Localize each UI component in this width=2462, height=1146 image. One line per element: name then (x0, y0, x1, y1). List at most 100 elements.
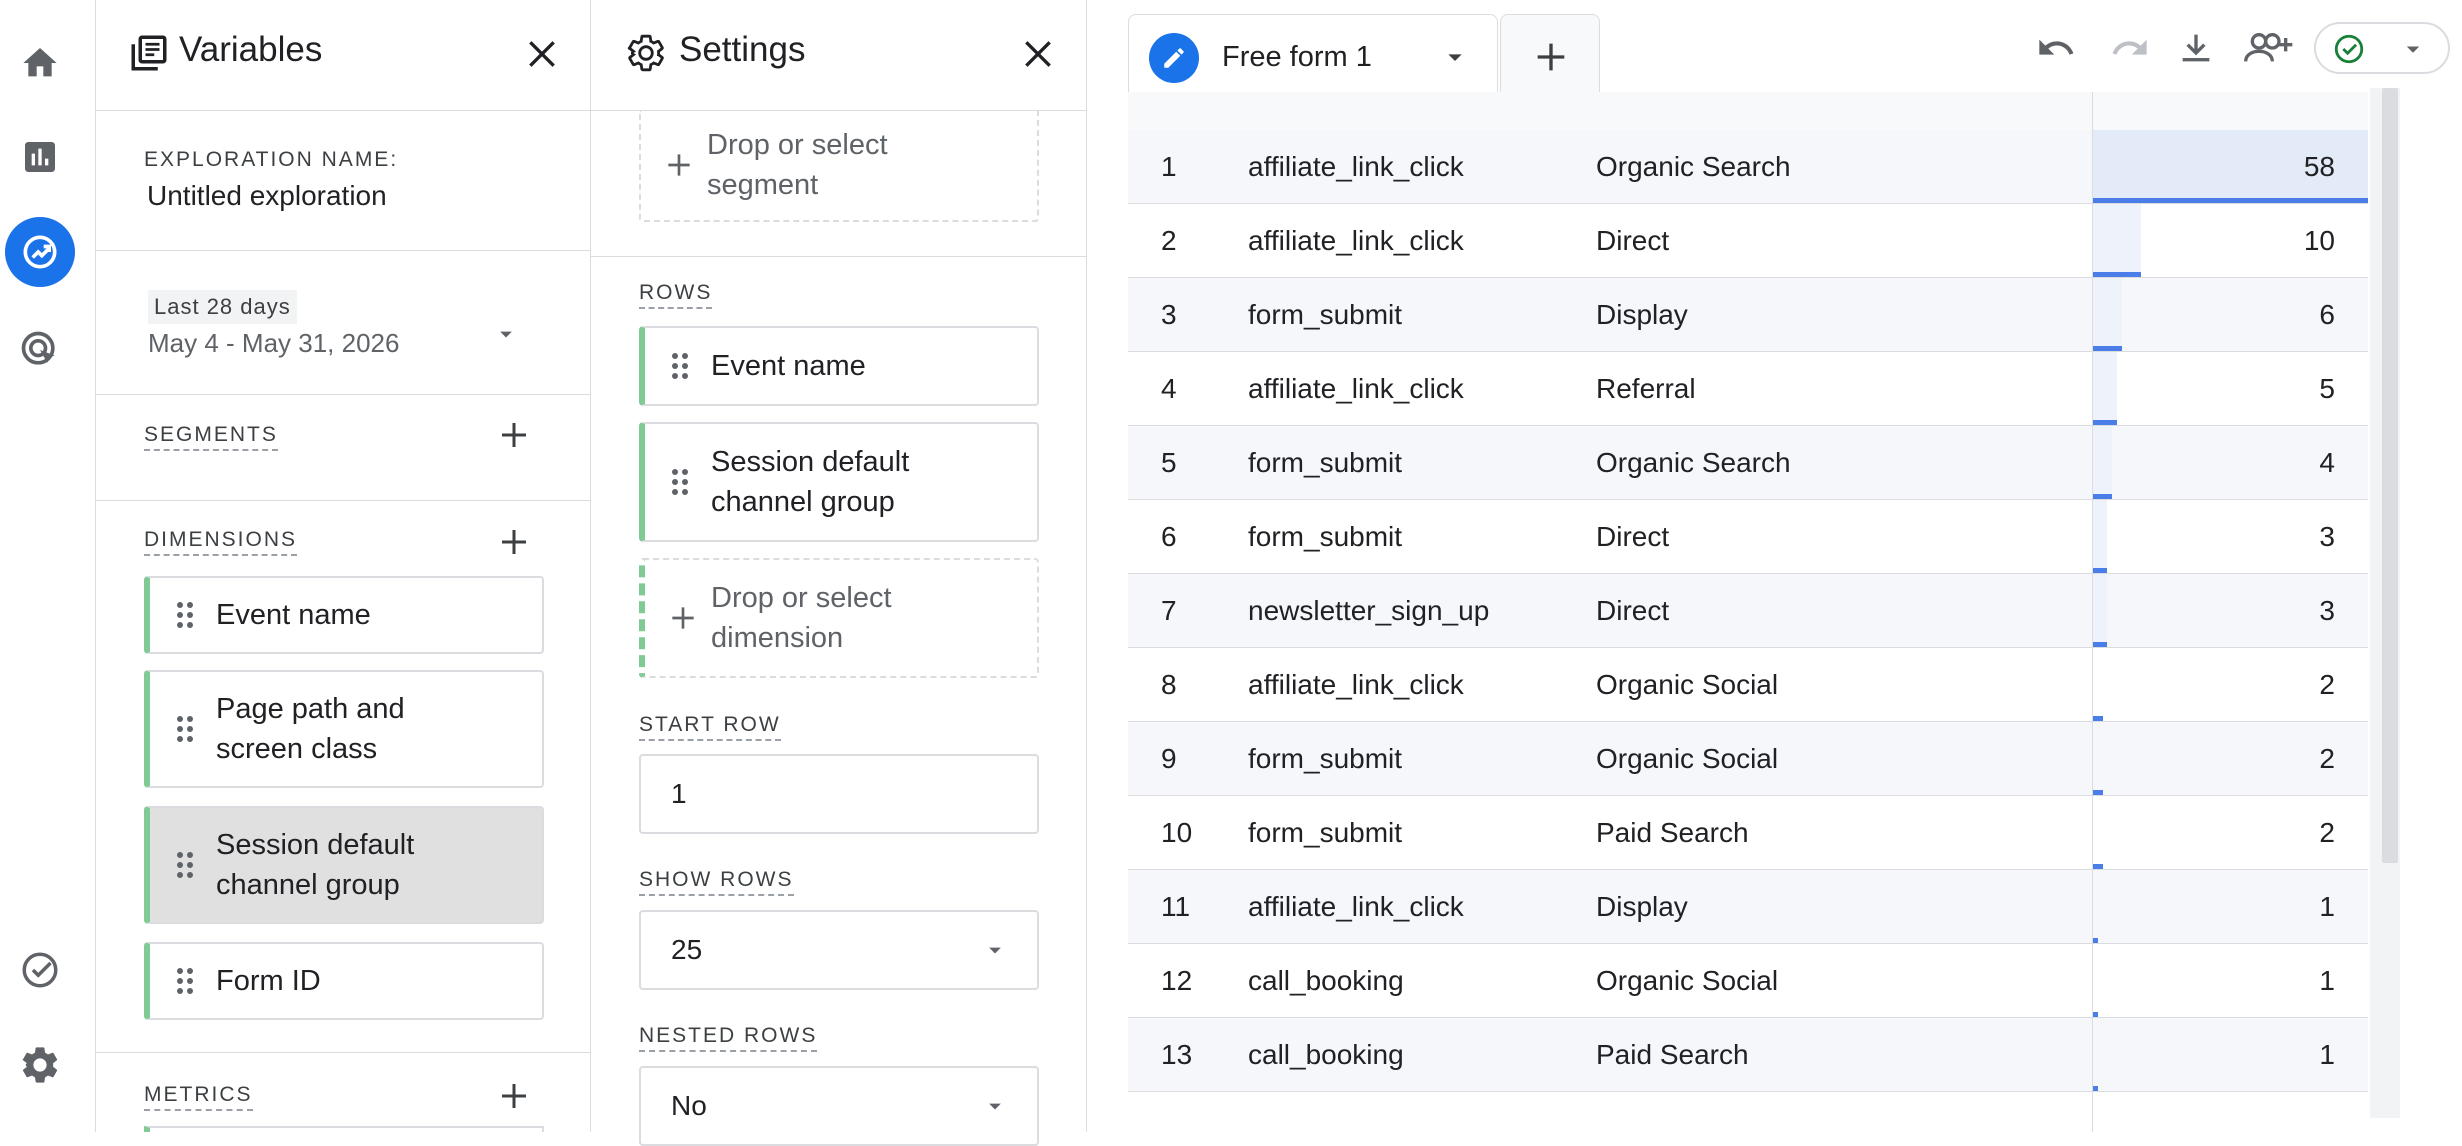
row-index: 8 (1161, 668, 1177, 700)
channel-cell: Organic Social (1596, 668, 1779, 700)
drag-handle-icon[interactable] (671, 352, 689, 380)
metric-chip-partial[interactable] (144, 1126, 544, 1132)
metric-bar (2093, 642, 2107, 647)
metric-cell: 58 (2092, 130, 2368, 203)
table-row[interactable]: 9 form_submit Organic Social 2 (1128, 722, 2368, 796)
row-chip-session-channel[interactable]: Session default channel group (639, 422, 1039, 542)
nested-rows-select[interactable]: No (639, 1066, 1039, 1146)
date-range-text: May 4 - May 31, 2026 (148, 328, 400, 358)
redo-icon[interactable] (2110, 28, 2150, 68)
metric-value: 1 (2319, 1038, 2335, 1070)
add-dimension-icon[interactable] (496, 524, 532, 560)
share-user-icon[interactable] (2244, 28, 2294, 68)
metric-cell: 2 (2092, 648, 2368, 721)
channel-cell: Organic Social (1596, 742, 1779, 774)
metric-cell: 2 (2092, 796, 2368, 869)
download-icon[interactable] (2176, 28, 2216, 68)
metric-bar-fill (2093, 574, 2107, 647)
settings-title: Settings (679, 30, 806, 69)
status-check-icon[interactable] (2314, 22, 2450, 74)
dimension-chip-label: Session default channel group (216, 829, 415, 901)
channel-cell: Display (1596, 298, 1688, 330)
row-index: 5 (1161, 446, 1177, 478)
show-rows-value: 25 (671, 934, 703, 965)
dimension-drop-zone[interactable]: Drop or select dimension (639, 558, 1039, 678)
home-icon[interactable] (5, 28, 75, 98)
metric-bar (2093, 494, 2112, 499)
start-row-input[interactable]: 1 (639, 754, 1039, 834)
date-range-picker[interactable]: Last 28 days May 4 - May 31, 2026 (140, 276, 560, 376)
event-name-cell: newsletter_sign_up (1248, 594, 1490, 626)
tab-free-form-1[interactable]: Free form 1 (1128, 14, 1498, 96)
table-row[interactable]: 12 call_booking Organic Social 1 (1128, 944, 2368, 1018)
dimension-chip-label: Page path and screen class (216, 693, 405, 765)
metric-bar (2093, 1086, 2098, 1091)
close-icon[interactable] (1018, 34, 1058, 74)
event-name-cell: form_submit (1248, 446, 1403, 478)
plus-icon (663, 149, 695, 181)
metrics-label: METRICS (144, 1083, 253, 1111)
dimension-chip-event-name[interactable]: Event name (144, 576, 544, 654)
metric-cell: 4 (2092, 426, 2368, 499)
metric-value: 6 (2319, 298, 2335, 330)
table-row[interactable]: 8 affiliate_link_click Organic Social 2 (1128, 648, 2368, 722)
metric-value: 1 (2319, 890, 2335, 922)
segment-drop-zone[interactable]: Drop or select segment (639, 110, 1039, 222)
tab-menu-arrow-icon[interactable] (1439, 41, 1471, 73)
dimension-chip-label: Event name (216, 599, 371, 631)
row-chip-event-name[interactable]: Event name (639, 326, 1039, 406)
admin-check-icon[interactable] (5, 935, 75, 1005)
nav-rail (0, 0, 96, 1132)
channel-cell: Display (1596, 890, 1688, 922)
variables-panel: Variables EXPLORATION NAME: Untitled exp… (96, 0, 591, 1132)
channel-cell: Direct (1596, 224, 1670, 256)
table-row[interactable]: 1 affiliate_link_click Organic Search 58 (1128, 130, 2368, 204)
drag-handle-icon[interactable] (671, 468, 689, 496)
metric-bar (2093, 716, 2103, 721)
reports-icon[interactable] (5, 122, 75, 192)
table-row[interactable]: 11 affiliate_link_click Display 1 (1128, 870, 2368, 944)
settings-gear-icon[interactable] (5, 1030, 75, 1100)
add-tab-button[interactable] (1500, 14, 1600, 96)
drag-handle-icon[interactable] (176, 715, 194, 743)
explore-icon[interactable] (5, 217, 75, 287)
row-index: 1 (1161, 150, 1177, 182)
variables-icon (128, 32, 170, 74)
drag-handle-icon[interactable] (176, 601, 194, 629)
add-metric-icon[interactable] (496, 1078, 532, 1114)
metric-bar-fill (2093, 426, 2112, 499)
close-icon[interactable] (522, 34, 562, 74)
plus-icon (1531, 37, 1571, 77)
table-row[interactable]: 10 form_submit Paid Search 2 (1128, 796, 2368, 870)
table-row[interactable]: 4 affiliate_link_click Referral 5 (1128, 352, 2368, 426)
table-row[interactable]: 5 form_submit Organic Search 4 (1128, 426, 2368, 500)
table-row[interactable]: 13 call_booking Paid Search 1 (1128, 1018, 2368, 1092)
metric-bar (2093, 864, 2103, 869)
show-rows-select[interactable]: 25 (639, 910, 1039, 990)
plus-icon (667, 602, 699, 634)
drag-handle-icon[interactable] (176, 967, 194, 995)
channel-cell: Paid Search (1596, 816, 1749, 848)
dimension-chip-session-channel[interactable]: Session default channel group (144, 806, 544, 924)
exploration-name-input[interactable]: Untitled exploration (147, 180, 387, 212)
show-rows-label: SHOW ROWS (639, 868, 794, 896)
row-chip-label: Session default channel group (711, 446, 910, 518)
scrollbar-thumb[interactable] (2382, 88, 2398, 863)
nested-rows-label: NESTED ROWS (639, 1024, 818, 1052)
drag-handle-icon[interactable] (176, 851, 194, 879)
dimension-chip-page-path[interactable]: Page path and screen class (144, 670, 544, 788)
table-row[interactable]: 2 affiliate_link_click Direct 10 (1128, 204, 2368, 278)
metric-cell: 1 (2092, 1018, 2368, 1091)
table-row[interactable]: 7 newsletter_sign_up Direct 3 (1128, 574, 2368, 648)
table-row[interactable]: 3 form_submit Display 6 (1128, 278, 2368, 352)
table-row-partial[interactable] (1128, 1092, 2368, 1132)
event-name-cell: call_booking (1248, 964, 1404, 996)
row-index: 4 (1161, 372, 1177, 404)
dimension-chip-form-id[interactable]: Form ID (144, 942, 544, 1020)
advertising-icon[interactable] (5, 315, 75, 385)
metric-cell: 1 (2092, 870, 2368, 943)
metric-bar (2093, 420, 2117, 425)
undo-icon[interactable] (2036, 28, 2076, 68)
table-row[interactable]: 6 form_submit Direct 3 (1128, 500, 2368, 574)
add-segment-icon[interactable] (496, 417, 532, 453)
